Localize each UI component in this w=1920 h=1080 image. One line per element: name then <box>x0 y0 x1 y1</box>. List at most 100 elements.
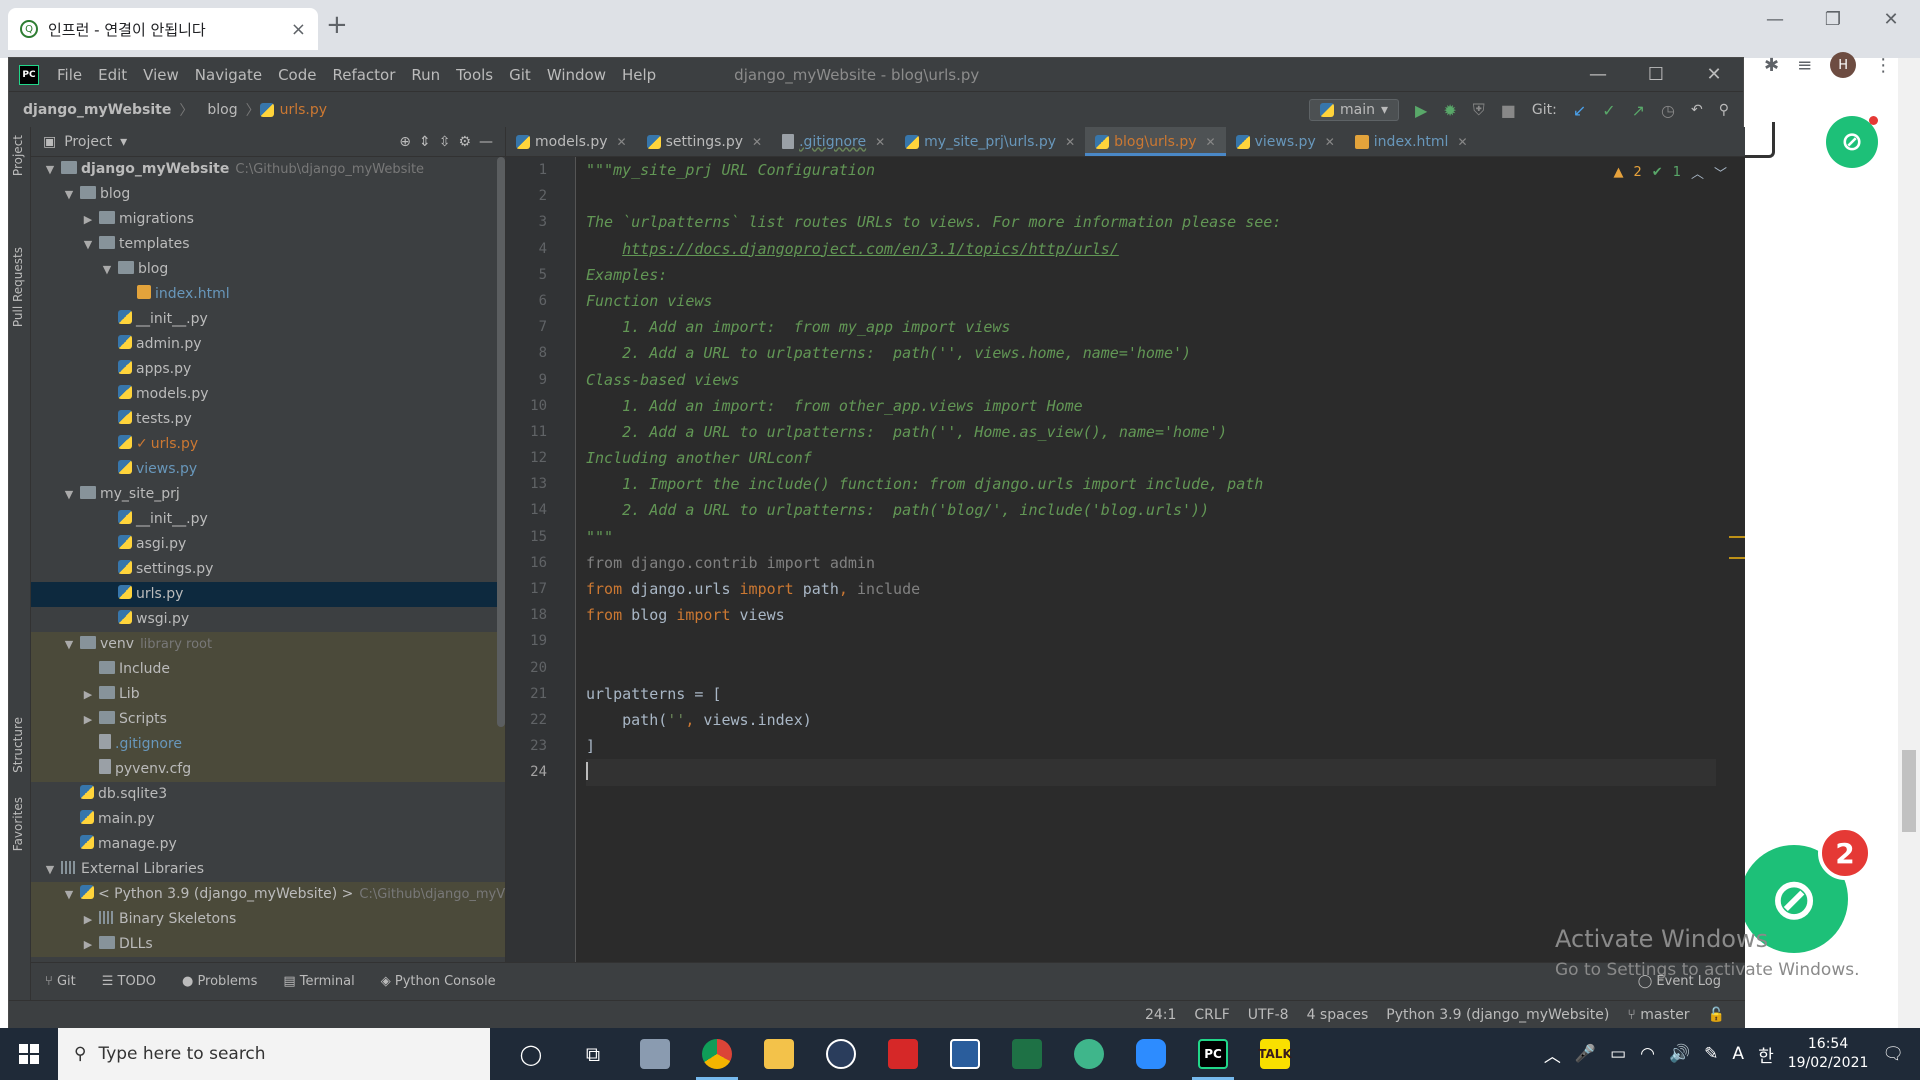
line-number[interactable]: 4 <box>506 236 575 262</box>
editor-tab[interactable]: settings.py ✕ <box>637 127 773 156</box>
tree-item[interactable]: pyvenv.cfg <box>31 757 505 782</box>
code-line[interactable]: 1. Add an import: from other_app.views i… <box>586 393 1716 419</box>
tree-item[interactable]: __init__.py <box>31 507 505 532</box>
chrome-icon[interactable] <box>686 1028 748 1080</box>
status-interpreter[interactable]: Python 3.9 (django_myWebsite) <box>1386 1007 1609 1023</box>
code-line[interactable]: from blog import views <box>586 602 1716 628</box>
taskbar-search[interactable]: ⚲ Type here to search <box>58 1028 490 1080</box>
tree-item[interactable]: ▼ blog <box>31 257 505 282</box>
breadcrumb-folder[interactable]: blog <box>193 102 245 118</box>
lock-icon[interactable]: 🔓 <box>1708 1007 1725 1023</box>
status-git-branch[interactable]: ⑂ master <box>1627 1007 1689 1023</box>
chevron-right-icon[interactable]: ▶ <box>81 707 95 732</box>
menu-navigate[interactable]: Navigate <box>187 66 270 84</box>
menu-edit[interactable]: Edit <box>90 66 135 84</box>
tool-todo[interactable]: ☰ TODO <box>102 974 156 989</box>
tree-item[interactable]: wsgi.py <box>31 607 505 632</box>
line-number[interactable]: 3 <box>506 209 575 235</box>
project-scrollbar-thumb[interactable] <box>497 157 505 727</box>
close-tab-icon[interactable]: ✕ <box>752 135 762 149</box>
menu-code[interactable]: Code <box>270 66 324 84</box>
favorites-tool-button[interactable]: Favorites <box>11 797 25 851</box>
line-number[interactable]: 6 <box>506 288 575 314</box>
structure-tool-button[interactable]: Structure <box>11 717 25 773</box>
microphone-icon[interactable]: 🎤 <box>1575 1044 1596 1064</box>
line-number[interactable]: 5 <box>506 262 575 288</box>
ide-maximize-icon[interactable]: ☐ <box>1627 58 1685 91</box>
menu-git[interactable]: Git <box>501 66 539 84</box>
editor-tab[interactable]: .gitignore ✕ <box>772 127 895 156</box>
code-line[interactable]: """my_site_prj URL Configuration <box>586 157 1716 183</box>
chevron-down-icon[interactable]: ▾ <box>120 134 127 150</box>
chevron-right-icon[interactable]: ▶ <box>81 207 95 232</box>
git-push-icon[interactable]: ↗ <box>1632 101 1645 120</box>
browser-menu-icon[interactable]: ⋮ <box>1874 55 1892 76</box>
collapse-all-icon[interactable]: ⇳ <box>439 134 451 150</box>
close-tab-icon[interactable]: ✕ <box>617 135 627 149</box>
tree-item[interactable]: settings.py <box>31 557 505 582</box>
tree-item[interactable]: asgi.py <box>31 532 505 557</box>
tree-item[interactable]: ▶ DLLs <box>31 932 505 957</box>
code-line[interactable] <box>586 183 1716 209</box>
tree-item[interactable]: apps.py <box>31 357 505 382</box>
app-icon[interactable] <box>934 1028 996 1080</box>
line-number[interactable]: 16 <box>506 550 575 576</box>
error-stripe-mark[interactable] <box>1729 536 1745 538</box>
run-configuration-select[interactable]: main ▾ <box>1308 99 1399 121</box>
task-view-icon[interactable]: ⧉ <box>562 1028 624 1080</box>
menu-tools[interactable]: Tools <box>448 66 501 84</box>
code-line[interactable]: from django.urls import path, include <box>586 576 1716 602</box>
tree-item[interactable]: ✓ urls.py <box>31 432 505 457</box>
show-hidden-icons-icon[interactable]: ︿ <box>1544 1042 1561 1067</box>
close-tab-icon[interactable]: × <box>291 19 306 40</box>
line-number[interactable]: 13 <box>506 471 575 497</box>
pull-requests-tool-button[interactable]: Pull Requests <box>11 247 25 327</box>
line-number[interactable]: 23 <box>506 733 575 759</box>
code-line[interactable]: The `urlpatterns` list routes URLs to vi… <box>586 209 1716 235</box>
page-scrollbar[interactable] <box>1898 58 1920 1028</box>
chevron-down-icon[interactable]: ▼ <box>62 182 76 207</box>
status-indent[interactable]: 4 spaces <box>1307 1007 1369 1023</box>
minimize-icon[interactable]: — <box>1746 0 1804 40</box>
tree-item[interactable]: ▼ External Libraries <box>31 857 505 882</box>
line-number[interactable]: 10 <box>506 393 575 419</box>
git-update-icon[interactable]: ↙ <box>1573 101 1586 120</box>
chevron-down-icon[interactable]: ▼ <box>100 257 114 282</box>
code-line[interactable]: 2. Add a URL to urlpatterns: path('', vi… <box>586 340 1716 366</box>
tree-item[interactable]: ▼ my_site_prj <box>31 482 505 507</box>
new-tab-button[interactable]: + <box>326 10 348 40</box>
chevron-right-icon[interactable]: ▶ <box>81 932 95 957</box>
reading-list-icon[interactable]: ≡ <box>1797 55 1812 76</box>
cortana-icon[interactable]: ◯ <box>500 1028 562 1080</box>
tree-item[interactable]: main.py <box>31 807 505 832</box>
project-scrollbar[interactable] <box>495 157 505 727</box>
code-line[interactable]: Including another URLconf <box>586 445 1716 471</box>
next-highlight-icon[interactable]: ﹀ <box>1714 163 1727 182</box>
tree-item[interactable]: ▼ django_myWebsite C:\Github\django_myWebs… <box>31 157 505 182</box>
stop-icon[interactable]: ■ <box>1501 101 1516 120</box>
inspection-widget[interactable]: ▲ 2 ✔ 1 ︿ ﹀ <box>1614 163 1728 182</box>
code-area[interactable]: """my_site_prj URL Configuration The `url… <box>586 157 1716 786</box>
status-line-separator[interactable]: CRLF <box>1194 1007 1229 1023</box>
close-tab-icon[interactable]: ✕ <box>1457 135 1467 149</box>
code-line[interactable]: Examples: <box>586 262 1716 288</box>
tree-item[interactable]: models.py <box>31 382 505 407</box>
tree-item[interactable]: views.py <box>31 457 505 482</box>
battery-icon[interactable]: ▭ <box>1610 1044 1626 1064</box>
ime-korean[interactable]: 한 <box>1758 1042 1774 1067</box>
tree-item[interactable]: Include <box>31 657 505 682</box>
status-caret-position[interactable]: 24:1 <box>1145 1007 1176 1023</box>
code-line[interactable]: 1. Import the include() function: from d… <box>586 471 1716 497</box>
chevron-down-icon[interactable]: ▼ <box>81 232 95 257</box>
editor-tab[interactable]: models.py ✕ <box>506 127 637 156</box>
acrobat-icon[interactable] <box>872 1028 934 1080</box>
git-history-icon[interactable]: ◷ <box>1661 101 1675 120</box>
chevron-down-icon[interactable]: ▼ <box>43 857 57 882</box>
tree-item[interactable]: tests.py <box>31 407 505 432</box>
tree-item[interactable]: urls.py <box>31 582 505 607</box>
code-line[interactable] <box>586 628 1716 654</box>
ime-mode[interactable]: A <box>1732 1044 1744 1064</box>
menu-help[interactable]: Help <box>614 66 664 84</box>
menu-file[interactable]: File <box>49 66 90 84</box>
rollback-icon[interactable]: ↶ <box>1691 102 1703 118</box>
